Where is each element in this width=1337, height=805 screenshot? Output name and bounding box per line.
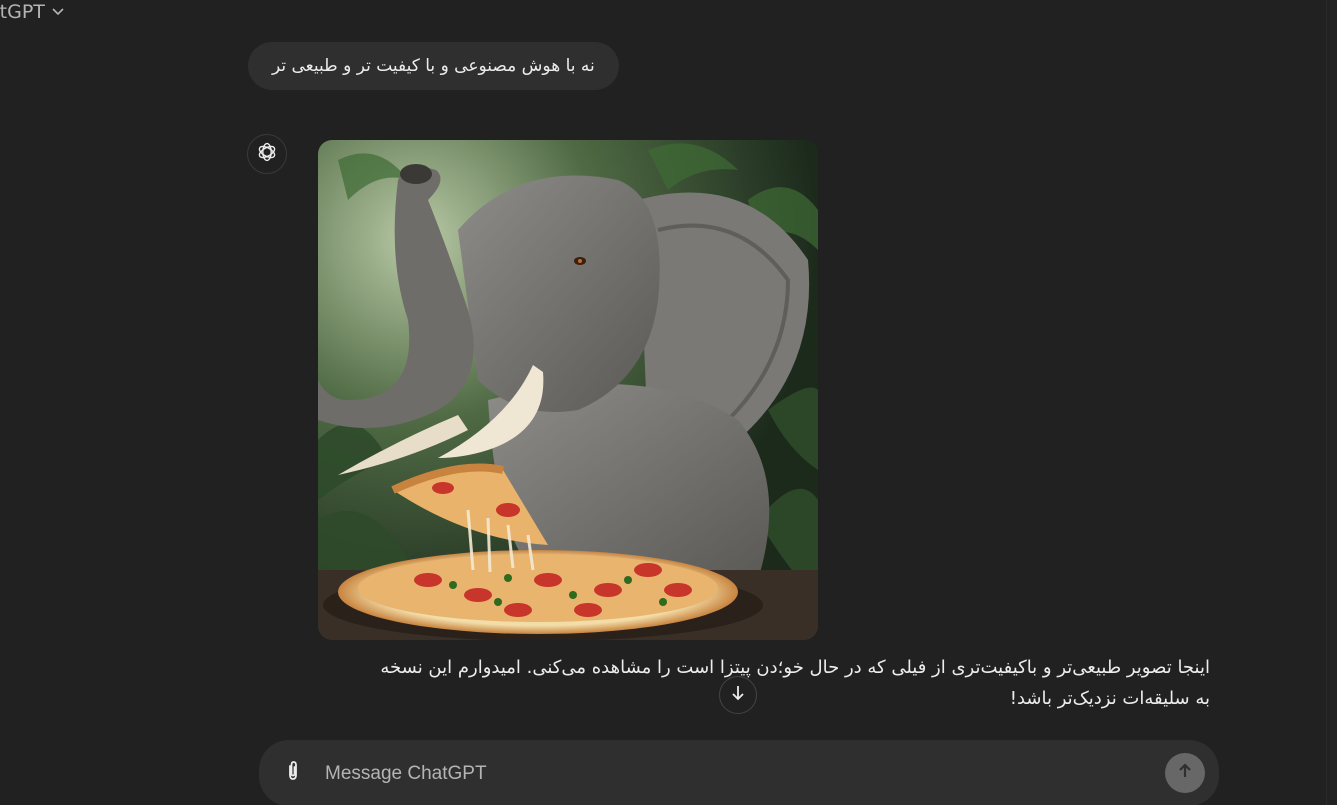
attach-file-button[interactable] [279, 759, 307, 787]
message-composer [259, 740, 1219, 805]
arrow-up-icon [1175, 761, 1195, 785]
chatgpt-window: atGPT نه با هوش مصنوعی و با کیفیت تر و ط… [0, 0, 1337, 805]
arrow-down-icon [729, 684, 747, 706]
model-selector[interactable]: atGPT [0, 0, 65, 24]
assistant-avatar [247, 134, 287, 174]
send-button[interactable] [1165, 753, 1205, 793]
message-input[interactable] [323, 757, 1147, 791]
assistant-reply-line-2: به سلیقه‌ات نزدیک‌تر باشد! [1009, 688, 1210, 709]
openai-logo-icon [255, 140, 279, 168]
generated-image[interactable] [318, 140, 818, 640]
assistant-reply-line-1: اینجا تصویر طبیعی‌تر و باکیفیت‌تری از فی… [380, 657, 1210, 678]
user-message-bubble: نه با هوش مصنوعی و با کیفیت تر و طبیعی ت… [248, 42, 619, 90]
scroll-to-bottom-button[interactable] [719, 676, 757, 714]
assistant-message-text: اینجا تصویر طبیعی‌تر و باکیفیت‌تری از فی… [318, 652, 1210, 714]
model-name: atGPT [0, 1, 45, 23]
user-message-text: نه با هوش مصنوعی و با کیفیت تر و طبیعی ت… [272, 56, 595, 76]
paperclip-icon [281, 759, 305, 787]
chevron-down-icon [51, 1, 65, 23]
scrollbar[interactable] [1326, 0, 1337, 805]
